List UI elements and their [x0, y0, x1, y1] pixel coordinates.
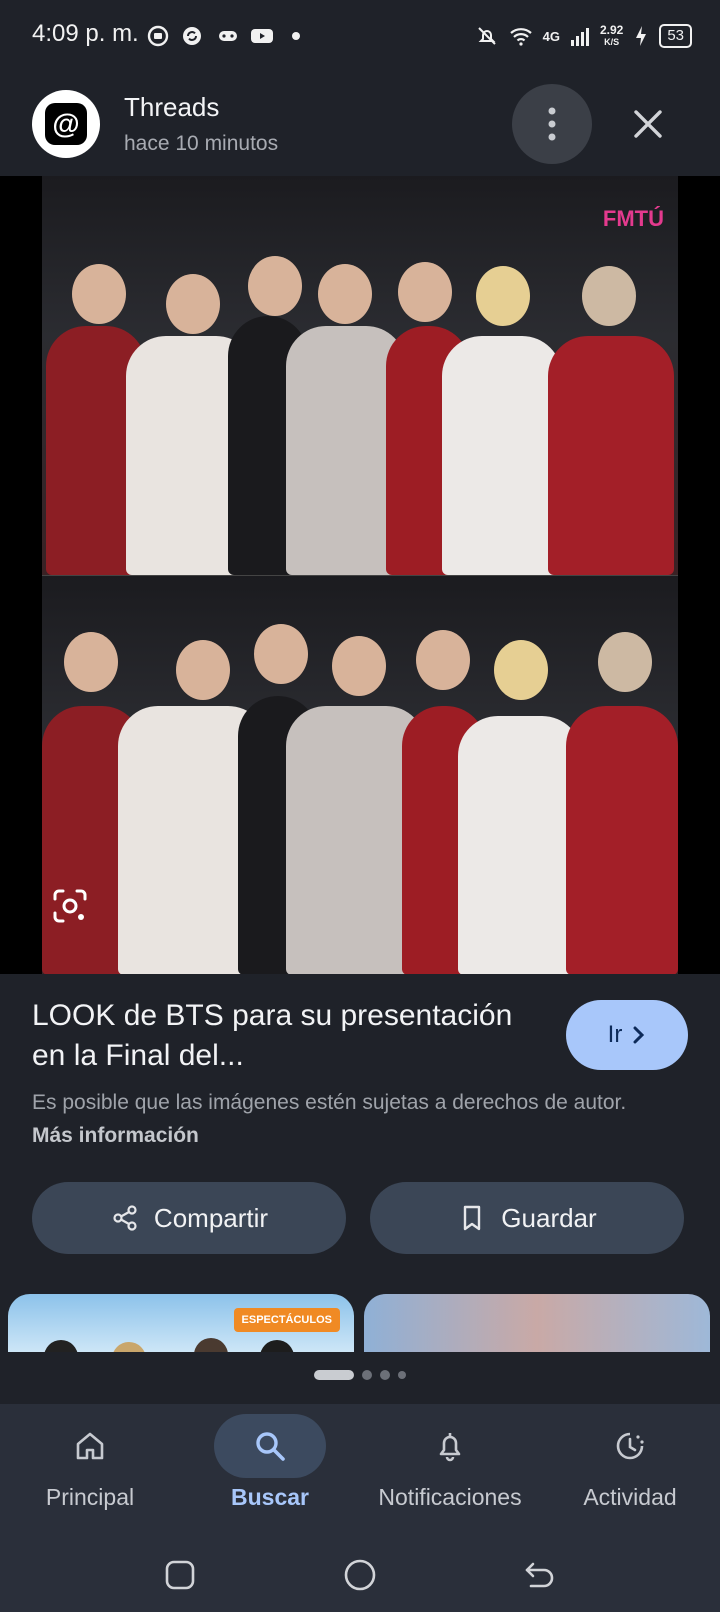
save-label: Guardar — [501, 1202, 597, 1233]
page-dot — [380, 1370, 390, 1380]
signal-icon — [570, 24, 590, 48]
nav-label: Notificaciones — [378, 1484, 522, 1510]
back-icon — [525, 1562, 554, 1588]
network-speed: 2.92 K/S — [599, 23, 624, 47]
charging-icon — [633, 24, 649, 48]
related-image-2[interactable] — [364, 1294, 710, 1352]
battery-level: 53 — [659, 24, 692, 48]
category-badge: ESPECTÁCULOS — [233, 1308, 340, 1332]
source-timestamp: hace 10 minutos — [124, 132, 279, 155]
source-title[interactable]: Threads — [124, 92, 219, 123]
recents-icon — [165, 1560, 195, 1590]
bell-icon — [439, 1433, 461, 1462]
go-button[interactable]: Ir — [566, 1000, 688, 1070]
nav-actividad[interactable]: Actividad — [540, 1414, 720, 1524]
photo-bottom-half — [42, 575, 678, 974]
lens-icon — [53, 889, 87, 923]
youtube-icon — [250, 24, 274, 48]
page-dot — [362, 1370, 372, 1380]
nav-label: Actividad — [583, 1484, 677, 1510]
page-indicator — [0, 1370, 720, 1380]
mute-bell-icon — [475, 24, 499, 48]
more-info-link[interactable]: Más información — [32, 1124, 199, 1147]
wifi-icon — [509, 24, 533, 48]
search-icon — [256, 1432, 285, 1461]
page-dot-active — [314, 1370, 354, 1380]
copyright-disclaimer: Es posible que las imágenes estén sujeta… — [32, 1086, 672, 1152]
gamepad-icon — [216, 24, 240, 48]
nav-buscar[interactable]: Buscar — [180, 1414, 360, 1524]
related-image-1[interactable]: ESPECTÁCULOS — [8, 1294, 354, 1352]
screen-record-icon — [146, 24, 170, 48]
status-bar: 4:09 p. m. 4G 2.92 K/S 53 — [0, 0, 720, 72]
network-type: 4G — [542, 28, 560, 44]
nav-notificaciones[interactable]: Notificaciones — [360, 1414, 540, 1524]
sync-icon — [180, 24, 204, 48]
more-options-button[interactable] — [512, 84, 592, 164]
home-button[interactable] — [330, 1545, 390, 1605]
threads-logo[interactable]: @ — [32, 90, 100, 158]
chevron-right-icon — [633, 1026, 645, 1044]
image-watermark: FMTÚ — [602, 206, 664, 231]
threads-logo-glyph: @ — [45, 103, 87, 145]
status-right: 4G 2.92 K/S 53 — [475, 20, 692, 52]
status-time: 4:09 p. m. — [32, 20, 139, 47]
result-image[interactable]: FMTÚ — [42, 176, 678, 974]
bookmark-icon — [464, 1205, 481, 1231]
more-vert-icon — [548, 107, 556, 141]
photo-top-half: FMTÚ — [42, 176, 678, 575]
share-icon — [113, 1205, 137, 1231]
close-icon — [634, 110, 662, 138]
close-button[interactable] — [620, 96, 676, 152]
share-button[interactable]: Compartir — [32, 1182, 346, 1254]
google-lens-button[interactable] — [48, 884, 92, 928]
activity-icon — [616, 1432, 644, 1460]
page-dot — [398, 1371, 406, 1379]
home-icon — [76, 1432, 104, 1460]
nav-label: Buscar — [231, 1484, 309, 1510]
disclaimer-text: Es posible que las imágenes estén sujeta… — [32, 1091, 627, 1114]
result-title[interactable]: LOOK de BTS para su presentación en la F… — [32, 996, 532, 1076]
save-button[interactable]: Guardar — [370, 1182, 684, 1254]
nav-principal[interactable]: Principal — [0, 1414, 180, 1524]
share-label: Compartir — [153, 1202, 269, 1233]
nav-label: Principal — [45, 1484, 135, 1510]
home-circle-icon — [344, 1559, 376, 1591]
dot-icon — [284, 24, 308, 48]
back-button[interactable] — [510, 1545, 570, 1605]
recents-button[interactable] — [150, 1545, 210, 1605]
go-button-label: Ir — [607, 1021, 623, 1048]
